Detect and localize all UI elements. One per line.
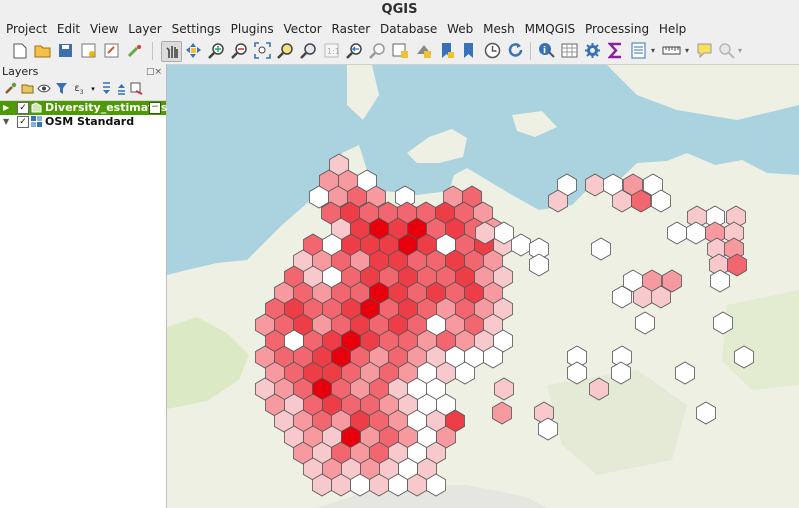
layers-panel-header: Layers □× (0, 64, 166, 80)
hexagon-cell (675, 361, 695, 385)
hexagon-cell (696, 401, 716, 425)
main-toolbar: 1:1 i ▾ ▾ ▾ (0, 38, 799, 65)
map-canvas[interactable] (167, 65, 799, 508)
save-project-icon[interactable] (56, 41, 75, 60)
layer-row-osm-standard[interactable]: ▼ ✓ OSM Standard (0, 115, 166, 129)
map-svg (167, 65, 799, 508)
expand-all-icon[interactable] (99, 82, 113, 96)
open-attribute-table-icon[interactable] (560, 41, 579, 60)
field-calculator-icon[interactable] (629, 41, 648, 60)
menu-processing[interactable]: Processing (579, 20, 649, 38)
locator-search-icon[interactable] (717, 41, 736, 60)
style-manager-icon[interactable] (125, 41, 144, 60)
layers-panel-toolbar: ε3 ▾ (0, 80, 166, 101)
menu-mesh[interactable]: Mesh (477, 20, 515, 38)
new-project-icon[interactable] (10, 41, 29, 60)
polygon-layer-icon (31, 102, 42, 113)
window-title: QGIS (0, 0, 799, 19)
menu-web[interactable]: Web (441, 20, 473, 38)
hexagon-cell (667, 221, 687, 245)
layers-panel: Layers □× ε3 ▾ ▶ ✓ Diversity_estimates −… (0, 64, 167, 508)
layer-indicator-icon[interactable]: − (149, 102, 161, 114)
menu-view[interactable]: View (84, 20, 118, 38)
statistical-summary-icon[interactable] (606, 41, 625, 60)
expand-arrow-icon[interactable]: ▶ (3, 101, 9, 115)
menu-help[interactable]: Help (653, 20, 686, 38)
new-print-layout-icon[interactable] (79, 41, 98, 60)
zoom-full-icon[interactable] (253, 41, 272, 60)
hexagon-grid-layer (255, 153, 754, 497)
lowland-area (167, 317, 249, 409)
chevron-down-icon[interactable]: ▾ (89, 82, 97, 96)
hexagon-cell (591, 237, 611, 261)
layer-visibility-checkbox[interactable]: ✓ (17, 102, 29, 114)
menu-plugins[interactable]: Plugins (225, 20, 274, 38)
chevron-down-icon[interactable]: ▾ (648, 41, 658, 60)
zoom-in-icon[interactable] (207, 41, 226, 60)
chevron-down-icon[interactable]: ▾ (682, 41, 692, 60)
menu-project[interactable]: Project (0, 20, 47, 38)
menu-vector[interactable]: Vector (277, 20, 321, 38)
hexagon-cell (529, 253, 549, 277)
raster-tile-layer-icon (31, 116, 42, 127)
menu-edit[interactable]: Edit (51, 20, 80, 38)
forest-area (722, 290, 799, 390)
chevron-down-icon[interactable]: ▾ (735, 41, 745, 60)
remove-layer-icon[interactable] (129, 82, 143, 96)
layer-styling-icon[interactable] (3, 82, 17, 96)
new-bookmark-icon[interactable] (437, 41, 456, 60)
refresh-icon[interactable] (506, 41, 525, 60)
layout-manager-icon[interactable] (102, 41, 121, 60)
hexagon-cell (511, 233, 531, 257)
svg-text:i: i (543, 46, 546, 56)
pan-to-selection-icon[interactable] (184, 41, 203, 60)
layers-panel-title: Layers (2, 65, 39, 78)
filter-legend-icon[interactable] (54, 82, 68, 96)
zoom-last-icon[interactable] (345, 41, 364, 60)
hexagon-cell (494, 377, 514, 401)
menu-raster[interactable]: Raster (326, 20, 371, 38)
layer-row-diversity-estimates[interactable]: ▶ ✓ Diversity_estimates − (0, 101, 167, 115)
hexagon-cell (635, 311, 655, 335)
processing-toolbox-icon[interactable] (583, 41, 602, 60)
hexagon-cell (686, 221, 706, 245)
menu-layer[interactable]: Layer (122, 20, 161, 38)
open-project-icon[interactable] (33, 41, 52, 60)
menu-mmqgis[interactable]: MMQGIS (519, 20, 576, 38)
temporal-controller-icon[interactable] (483, 41, 502, 60)
menu-database[interactable]: Database (374, 20, 437, 38)
zoom-to-layer-icon[interactable] (299, 41, 318, 60)
upland-area (547, 370, 687, 475)
new-3d-map-view-icon[interactable] (414, 41, 433, 60)
manage-visibility-icon[interactable] (37, 82, 51, 96)
collapse-all-icon[interactable] (114, 82, 128, 96)
filter-by-expression-icon[interactable]: ε3 (71, 82, 87, 96)
layer-name: OSM Standard (45, 115, 135, 128)
zoom-next-icon[interactable] (368, 41, 387, 60)
new-map-view-icon[interactable] (391, 41, 410, 60)
pan-map-icon[interactable] (161, 41, 182, 62)
show-bookmarks-icon[interactable] (460, 41, 479, 60)
menu-bar: Project Edit View Layer Settings Plugins… (0, 20, 799, 38)
hexagon-cell (710, 269, 730, 293)
zoom-out-icon[interactable] (230, 41, 249, 60)
layer-visibility-checkbox[interactable]: ✓ (17, 116, 29, 128)
measure-line-icon[interactable] (662, 41, 681, 60)
zoom-native-resolution-icon[interactable]: 1:1 (322, 41, 341, 60)
svg-text:1:1: 1:1 (327, 47, 340, 56)
identify-features-icon[interactable]: i (537, 41, 556, 60)
map-tips-icon[interactable] (695, 41, 714, 60)
zoom-to-selection-icon[interactable] (276, 41, 295, 60)
add-group-icon[interactable] (20, 82, 34, 96)
menu-settings[interactable]: Settings (166, 20, 221, 38)
hexagon-cell (492, 401, 512, 425)
collapse-arrow-icon[interactable]: ▼ (3, 115, 9, 129)
undock-panel-icon[interactable]: □× (146, 64, 162, 80)
